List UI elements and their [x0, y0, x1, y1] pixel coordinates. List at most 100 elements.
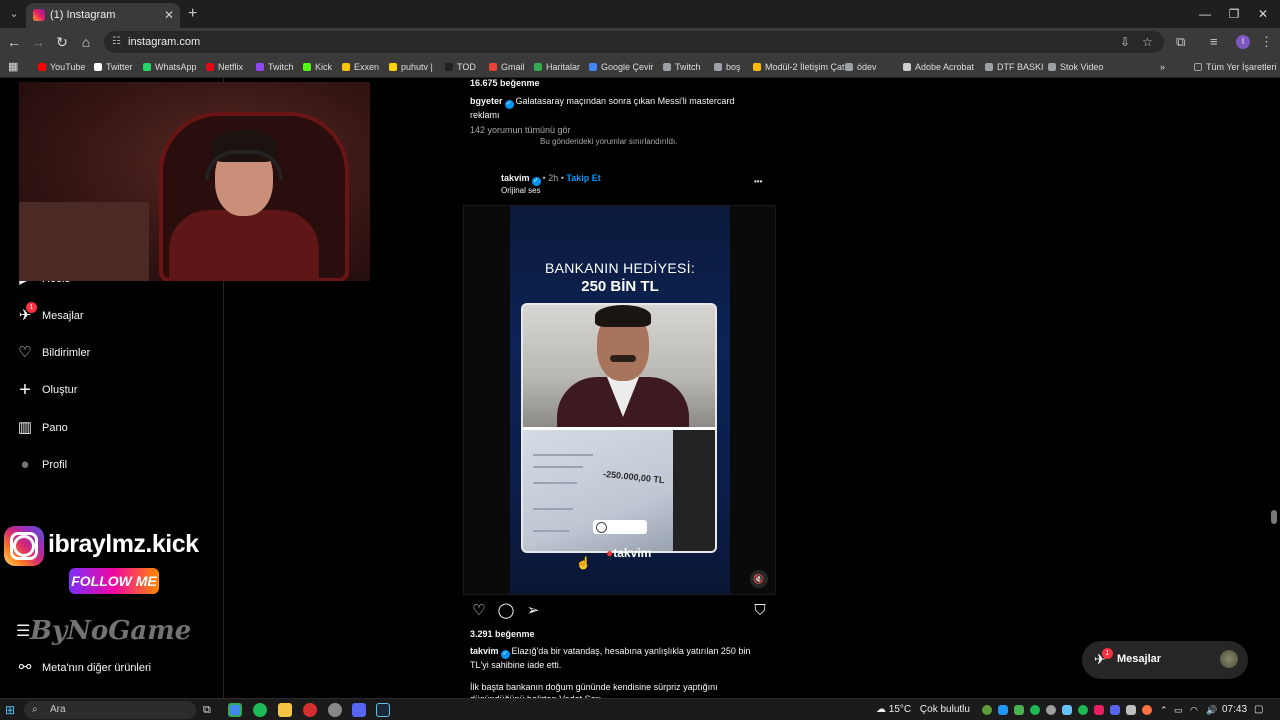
sidebar-item-dashboard[interactable]: ▥ Pano — [16, 416, 68, 440]
sidebar-item-create[interactable]: + Oluştur — [16, 378, 77, 402]
all-bookmarks-folder[interactable]: Tüm Yer İşaretleri — [1194, 56, 1277, 78]
follow-button[interactable]: Takip Et — [566, 173, 600, 183]
caption-username[interactable]: takvim — [470, 646, 499, 656]
tray-app-icon[interactable] — [1078, 705, 1088, 715]
bookmark-star-icon[interactable]: ☆ — [1142, 31, 1153, 53]
caption-username[interactable]: bgyeter — [470, 96, 503, 106]
bookmark-favicon-icon — [534, 63, 542, 71]
post-media[interactable]: BANKANIN HEDİYESİ: 250 BİN TL -250.000,0… — [463, 205, 776, 595]
back-button[interactable]: ← — [4, 32, 24, 52]
site-info-icon[interactable]: ☷ — [112, 31, 121, 53]
forward-button[interactable]: → — [28, 32, 48, 52]
bookmark-item[interactable]: puhutv | — [389, 56, 433, 78]
bookmark-item[interactable]: Gmail — [489, 56, 525, 78]
clock-time[interactable]: 07:43 — [1222, 699, 1247, 720]
sidebar-item-meta-products[interactable]: ⚯ Meta'nın diğer ürünleri — [16, 656, 151, 680]
file-explorer-icon[interactable] — [278, 703, 292, 717]
tray-app-icon[interactable] — [1030, 705, 1040, 715]
opera-taskbar-icon[interactable] — [303, 703, 317, 717]
install-app-icon[interactable]: ⇩ — [1120, 31, 1130, 53]
bookmark-label: Kick — [315, 62, 333, 72]
audio-label[interactable]: Orijinal ses — [501, 186, 541, 195]
wifi-icon[interactable]: ◠ — [1190, 699, 1198, 720]
bookmark-item[interactable]: Netflix — [206, 56, 243, 78]
url-bar[interactable]: ☷ instagram.com ⇩ ☆ — [104, 31, 1164, 53]
muted-speaker-icon[interactable]: 🔇 — [750, 570, 768, 588]
task-view-icon[interactable]: ⧉ — [203, 703, 217, 717]
bookmark-favicon-icon — [1048, 63, 1056, 71]
comment-icon[interactable]: ◯ — [497, 602, 515, 620]
close-window-button[interactable]: ✕ — [1248, 4, 1278, 24]
discord-taskbar-icon[interactable] — [352, 703, 366, 717]
bookmark-item[interactable]: Stok Video — [1048, 56, 1103, 78]
bookmark-item[interactable]: Modül-2 İletişim Çat... — [753, 56, 852, 78]
bookmark-item[interactable]: Twitch — [256, 56, 294, 78]
tray-app-icon[interactable] — [998, 705, 1008, 715]
bookmark-item[interactable]: boş — [714, 56, 741, 78]
tab-close-icon[interactable]: ✕ — [164, 3, 174, 28]
bookmark-item[interactable]: TOD — [445, 56, 476, 78]
taskbar-search[interactable]: ⌕ Ara — [24, 701, 196, 719]
tray-app-icon[interactable] — [1046, 705, 1056, 715]
weather-widget[interactable]: ☁ 15°C Çok bulutlu — [876, 699, 970, 720]
view-all-comments-link[interactable]: 142 yorumun tümünü gör — [470, 125, 571, 135]
tray-app-icon[interactable] — [1014, 705, 1024, 715]
apps-grid-icon[interactable]: ▦ — [8, 56, 18, 78]
likes-count[interactable]: 16.675 beğenme — [470, 78, 540, 88]
bookmark-item[interactable]: ödev — [845, 56, 877, 78]
tray-app-icon[interactable] — [1142, 705, 1152, 715]
tray-chevron-icon[interactable]: ⌃ — [1160, 699, 1168, 720]
page-scrollbar[interactable] — [1271, 510, 1277, 524]
browser-profile-avatar[interactable]: I — [1236, 35, 1250, 49]
network-icon[interactable]: ▭ — [1174, 699, 1183, 720]
extensions-icon[interactable]: ⧉ — [1176, 32, 1185, 52]
tray-app-icon[interactable] — [1110, 705, 1120, 715]
tray-app-icon[interactable] — [1062, 705, 1072, 715]
spotify-taskbar-icon[interactable] — [253, 703, 267, 717]
sidebar-item-profile[interactable]: ● Profil — [16, 453, 67, 477]
tray-app-icon[interactable] — [1126, 705, 1136, 715]
likes-count[interactable]: 3.291 beğenme — [470, 629, 535, 639]
reel-video[interactable]: BANKANIN HEDİYESİ: 250 BİN TL -250.000,0… — [510, 206, 730, 594]
bookmark-item[interactable]: YouTube — [38, 56, 85, 78]
like-heart-icon[interactable]: ♡ — [470, 602, 488, 620]
share-icon[interactable]: ➢ — [524, 602, 542, 620]
sidebar-item-messages[interactable]: ✈ 1 Mesajlar — [16, 302, 84, 328]
volume-icon[interactable]: 🔊 — [1206, 699, 1217, 720]
post-time: 2h — [548, 173, 559, 183]
minimize-button[interactable]: — — [1190, 4, 1220, 24]
bookmark-item[interactable]: Google Çevir — [589, 56, 654, 78]
tab-search-button[interactable]: ⌄ — [4, 4, 24, 24]
bookmark-item[interactable]: Kick — [303, 56, 332, 78]
bookmark-item[interactable]: Haritalar — [534, 56, 580, 78]
reading-list-icon[interactable]: ≡ — [1210, 32, 1218, 52]
steam-taskbar-icon[interactable] — [376, 703, 390, 717]
bookmark-item[interactable]: WhatsApp — [143, 56, 197, 78]
home-button[interactable]: ⌂ — [76, 32, 96, 52]
bookmark-label: Exxen — [354, 62, 380, 72]
sidebar-item-notifications[interactable]: ♡ Bildirimler — [16, 341, 90, 365]
tab-title: (1) Instagram — [50, 9, 116, 21]
chrome-taskbar-icon[interactable] — [228, 703, 242, 717]
browser-tab-instagram[interactable]: (1) Instagram ✕ — [26, 3, 180, 28]
post-options-icon[interactable]: ••• — [754, 177, 762, 186]
tray-app-icon[interactable] — [982, 705, 992, 715]
bookmark-item[interactable]: Exxen — [342, 56, 379, 78]
obs-taskbar-icon[interactable] — [328, 703, 342, 717]
restore-button[interactable]: ❐ — [1219, 4, 1249, 24]
bookmark-item[interactable]: DTF BASKI — [985, 56, 1044, 78]
save-bookmark-icon[interactable]: ⛉ — [751, 602, 769, 620]
reload-button[interactable]: ↻ — [52, 32, 72, 52]
bookmark-item[interactable]: Adobe Acrobat — [903, 56, 974, 78]
browser-menu-icon[interactable]: ⋮ — [1260, 32, 1273, 52]
bookmark-item[interactable]: Twitter — [94, 56, 133, 78]
notifications-icon[interactable]: ▢ — [1254, 699, 1263, 720]
windows-start-icon[interactable]: ⊞ — [5, 703, 19, 717]
post-username[interactable]: takvim — [501, 173, 530, 183]
messages-floating-button[interactable]: ✈ 1 Mesajlar — [1082, 641, 1248, 679]
tray-app-icon[interactable] — [1094, 705, 1104, 715]
more-menu-icon[interactable]: ☰ — [16, 621, 30, 641]
new-tab-button[interactable]: + — [188, 4, 197, 24]
more-bookmarks-button[interactable]: » — [1160, 56, 1165, 78]
bookmark-item[interactable]: Twitch — [663, 56, 701, 78]
